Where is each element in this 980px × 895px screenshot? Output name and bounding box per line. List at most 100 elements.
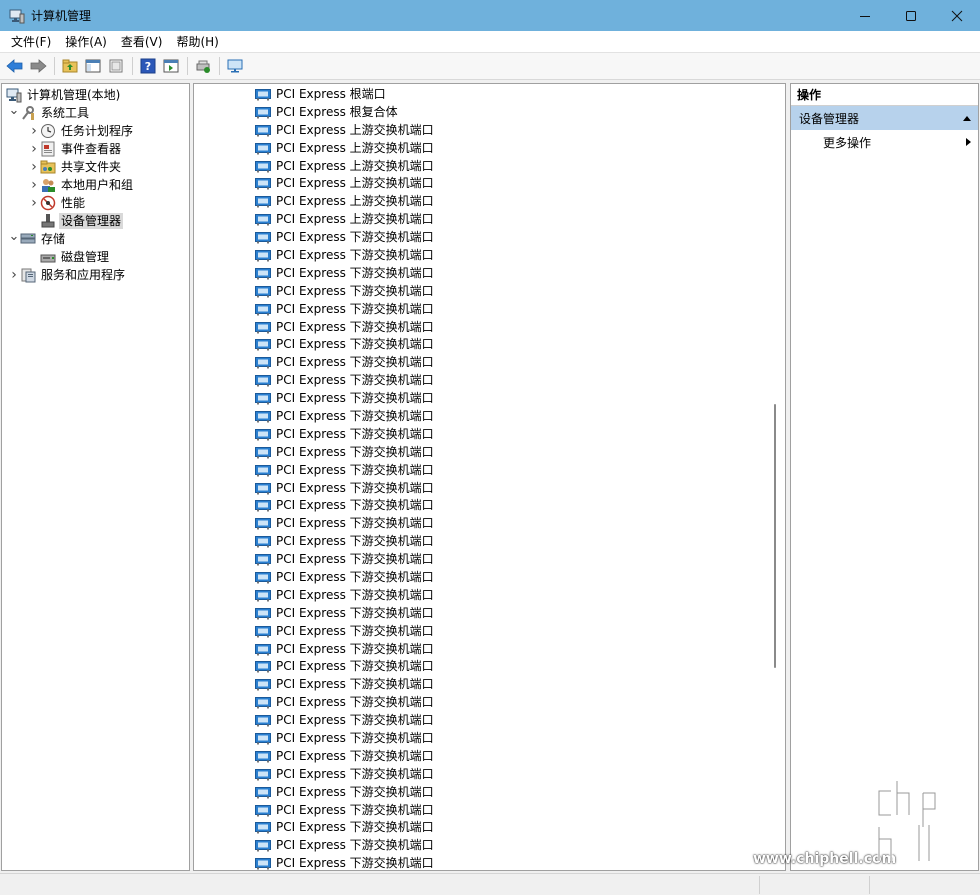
close-button[interactable] xyxy=(934,0,980,31)
device-list-item[interactable]: PCI Express 下游交换机端口 xyxy=(194,836,785,854)
device-list-item[interactable]: PCI Express 上游交换机端口 xyxy=(194,210,785,228)
tree-item-storage[interactable]: ⌄ 存储 xyxy=(2,227,189,248)
menu-action[interactable]: 操作(A) xyxy=(58,32,114,52)
tree-item-shared-folders[interactable]: › 共享文件夹 xyxy=(2,158,189,176)
tree-item-task-scheduler[interactable]: › 任务计划程序 xyxy=(2,122,189,140)
device-list-item[interactable]: PCI Express 上游交换机端口 xyxy=(194,139,785,157)
device-label: PCI Express 下游交换机端口 xyxy=(276,784,434,799)
tree-item-label: 计算机管理(本地) xyxy=(27,88,121,102)
device-list-item[interactable]: PCI Express 下游交换机端口 xyxy=(194,675,785,693)
device-list-item[interactable]: PCI Express 下游交换机端口 xyxy=(194,586,785,604)
display-button[interactable] xyxy=(224,55,246,77)
expand-chevron-icon[interactable]: ⌄ xyxy=(8,101,20,119)
system-device-icon xyxy=(255,588,271,602)
system-device-icon xyxy=(255,302,271,316)
collapse-chevron-icon[interactable]: › xyxy=(28,176,40,194)
system-device-icon xyxy=(255,409,271,423)
device-list-item[interactable]: PCI Express 下游交换机端口 xyxy=(194,550,785,568)
device-list-item[interactable]: PCI Express 下游交换机端口 xyxy=(194,854,785,870)
vertical-scrollbar[interactable] xyxy=(774,404,776,668)
more-actions-item[interactable]: 更多操作 xyxy=(791,130,978,154)
device-list-item[interactable]: PCI Express 下游交换机端口 xyxy=(194,604,785,622)
device-list-item[interactable]: PCI Express 下游交换机端口 xyxy=(194,246,785,264)
system-device-icon xyxy=(255,695,271,709)
device-list-item[interactable]: PCI Express 下游交换机端口 xyxy=(194,228,785,246)
device-list-item[interactable]: PCI Express 下游交换机端口 xyxy=(194,264,785,282)
forward-button[interactable] xyxy=(27,55,49,77)
collapse-chevron-icon[interactable]: › xyxy=(28,194,40,212)
device-list-item[interactable]: PCI Express 下游交换机端口 xyxy=(194,532,785,550)
device-list-item[interactable]: PCI Express 下游交换机端口 xyxy=(194,407,785,425)
actions-section-device-manager[interactable]: 设备管理器 xyxy=(791,106,978,130)
device-list-item[interactable]: PCI Express 下游交换机端口 xyxy=(194,353,785,371)
tree-item-performance[interactable]: › 性能 xyxy=(2,194,189,212)
device-list-item[interactable]: PCI Express 下游交换机端口 xyxy=(194,425,785,443)
device-label: PCI Express 下游交换机端口 xyxy=(276,391,434,406)
device-list-item[interactable]: PCI Express 上游交换机端口 xyxy=(194,174,785,192)
device-list-item[interactable]: PCI Express 下游交换机端口 xyxy=(194,711,785,729)
tree-item-device-manager[interactable]: 设备管理器 xyxy=(2,212,189,230)
computer-management-icon[interactable] xyxy=(9,8,25,24)
properties-icon xyxy=(109,59,123,73)
console-tree-pane[interactable]: 计算机管理(本地) ⌄ 系统工具 › 任务计划程序 › 事件查看器 › 共享文件夹 › 本地用户和组… xyxy=(1,83,190,871)
tree-item-system-tools[interactable]: ⌄ 系统工具 xyxy=(2,101,189,122)
device-list-item[interactable]: PCI Express 下游交换机端口 xyxy=(194,783,785,801)
action-pane-button[interactable] xyxy=(160,55,182,77)
collapse-chevron-icon[interactable]: › xyxy=(28,122,40,140)
properties-button[interactable] xyxy=(105,55,127,77)
help-button[interactable]: ? xyxy=(137,55,159,77)
device-list-item[interactable]: PCI Express 下游交换机端口 xyxy=(194,640,785,658)
device-list-pane[interactable]: PCI Express 根端口 PCI Express 根复合体 PCI Expre… xyxy=(193,83,786,871)
expand-chevron-icon[interactable]: ⌄ xyxy=(8,227,20,245)
device-list-item[interactable]: PCI Express 下游交换机端口 xyxy=(194,443,785,461)
device-list-item[interactable]: PCI Express 下游交换机端口 xyxy=(194,335,785,353)
tree-item-services[interactable]: › 服务和应用程序 xyxy=(2,266,189,284)
device-list-item[interactable]: PCI Express 下游交换机端口 xyxy=(194,819,785,837)
back-button[interactable] xyxy=(4,55,26,77)
menu-help[interactable]: 帮助(H) xyxy=(169,32,225,52)
device-list-item[interactable]: PCI Express 上游交换机端口 xyxy=(194,121,785,139)
device-list-item[interactable]: PCI Express 下游交换机端口 xyxy=(194,729,785,747)
tree-item-label: 服务和应用程序 xyxy=(41,268,126,282)
device-list-item[interactable]: PCI Express 下游交换机端口 xyxy=(194,371,785,389)
device-list-item[interactable]: PCI Express 下游交换机端口 xyxy=(194,765,785,783)
device-list-item[interactable]: PCI Express 下游交换机端口 xyxy=(194,568,785,586)
up-level-button[interactable] xyxy=(59,55,81,77)
tree-item-computer-management[interactable]: 计算机管理(本地) xyxy=(2,86,189,104)
collapse-up-icon[interactable] xyxy=(962,114,972,122)
collapse-chevron-icon[interactable]: › xyxy=(28,140,40,158)
minimize-button[interactable] xyxy=(842,0,888,31)
device-list-item[interactable]: PCI Express 下游交换机端口 xyxy=(194,658,785,676)
toolbar-separator xyxy=(219,57,220,75)
device-label: PCI Express 下游交换机端口 xyxy=(276,444,434,459)
show-hide-tree-button[interactable] xyxy=(82,55,104,77)
tree-item-disk-management[interactable]: 磁盘管理 xyxy=(2,248,189,266)
device-list-item[interactable]: PCI Express 下游交换机端口 xyxy=(194,514,785,532)
device-list-item[interactable]: PCI Express 下游交换机端口 xyxy=(194,282,785,300)
device-list-item[interactable]: PCI Express 下游交换机端口 xyxy=(194,389,785,407)
collapse-chevron-icon[interactable]: › xyxy=(28,158,40,176)
device-list-item[interactable]: PCI Express 上游交换机端口 xyxy=(194,157,785,175)
maximize-button[interactable] xyxy=(888,0,934,31)
device-list-item[interactable]: PCI Express 下游交换机端口 xyxy=(194,693,785,711)
device-list-item[interactable]: PCI Express 根端口 xyxy=(194,85,785,103)
scan-hardware-button[interactable] xyxy=(192,55,214,77)
toolbar-separator xyxy=(132,57,133,75)
device-list-item[interactable]: PCI Express 下游交换机端口 xyxy=(194,747,785,765)
device-list-item[interactable]: PCI Express 下游交换机端口 xyxy=(194,479,785,497)
device-list-item[interactable]: PCI Express 下游交换机端口 xyxy=(194,622,785,640)
device-list-item[interactable]: PCI Express 下游交换机端口 xyxy=(194,300,785,318)
device-label: PCI Express 下游交换机端口 xyxy=(276,695,434,710)
device-list-item[interactable]: PCI Express 根复合体 xyxy=(194,103,785,121)
menu-file[interactable]: 文件(F) xyxy=(4,32,58,52)
collapse-chevron-icon[interactable]: › xyxy=(8,266,20,284)
device-list-item[interactable]: PCI Express 下游交换机端口 xyxy=(194,496,785,514)
tree-item-local-users[interactable]: › 本地用户和组 xyxy=(2,176,189,194)
tree-item-event-viewer[interactable]: › 事件查看器 xyxy=(2,140,189,158)
menu-view[interactable]: 查看(V) xyxy=(114,32,170,52)
device-list-item[interactable]: PCI Express 上游交换机端口 xyxy=(194,192,785,210)
device-list-item[interactable]: PCI Express 下游交换机端口 xyxy=(194,801,785,819)
help-icon: ? xyxy=(140,58,156,74)
device-list-item[interactable]: PCI Express 下游交换机端口 xyxy=(194,461,785,479)
device-list-item[interactable]: PCI Express 下游交换机端口 xyxy=(194,318,785,336)
